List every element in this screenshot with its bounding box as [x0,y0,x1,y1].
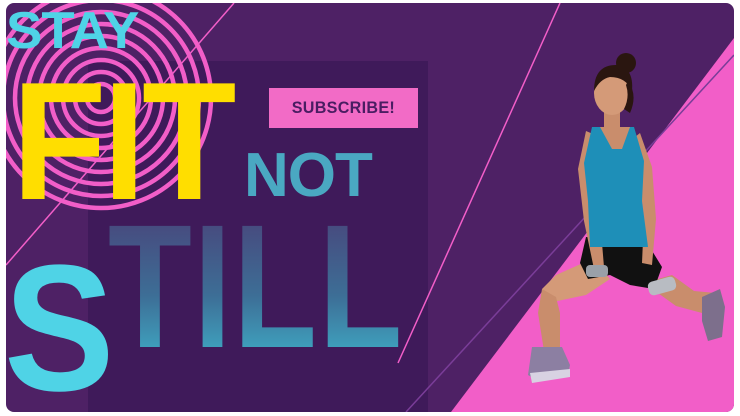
headline-still-initial: S [6,228,115,413]
subscribe-button[interactable]: SUBSCRIBE! [269,88,418,128]
subscribe-label: SUBSCRIBE! [291,98,396,117]
athlete-icon [528,53,725,383]
headline-still: TILL [108,189,404,385]
banner-card: STAY FIT NOT TILL S SUBSCRIBE! [6,3,734,412]
thumbnail-frame: STAY FIT NOT TILL S SUBSCRIBE! [0,0,740,416]
